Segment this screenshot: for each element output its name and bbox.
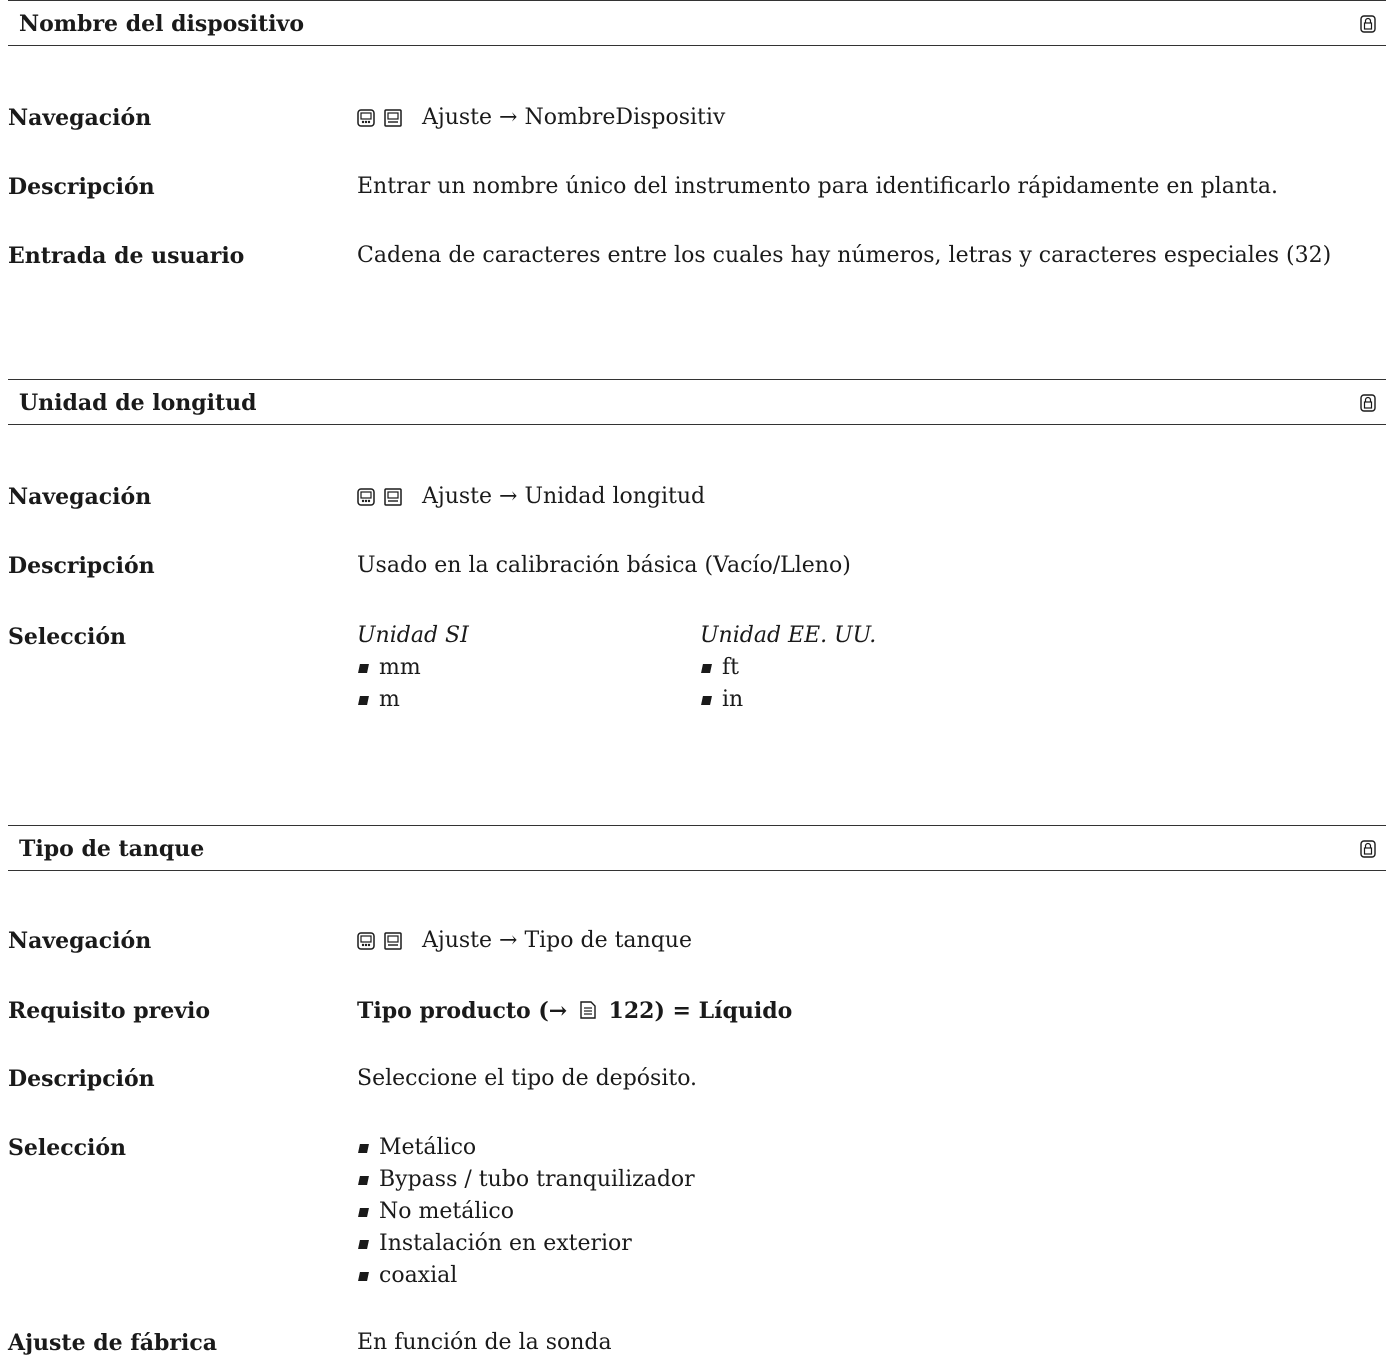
tank-type-column: Metálico Bypass / tubo tranquilizador No… [357, 1132, 695, 1292]
prerequisite-label: Requisito previo [8, 998, 211, 1024]
onsite-display-icon [357, 109, 375, 127]
display-icons [357, 101, 404, 135]
si-units-list: mm m [357, 652, 469, 716]
section-header-device-name: Nombre del dispositivo [8, 0, 1386, 46]
navigation-path: Ajuste → NombreDispositiv [422, 105, 726, 130]
user-input-row: Entrada de usuario Cadena de caracteres … [8, 239, 1386, 273]
operating-tool-icon [384, 932, 402, 950]
prerequisite-text: Tipo producto (→ [357, 998, 568, 1024]
page-reference-icon [580, 1001, 596, 1019]
list-item: m [357, 684, 469, 716]
selection-row: Selección Unidad SI mm m Unidad EE. UU. … [8, 620, 1386, 720]
navigation-value: Ajuste → Tipo de tanque [357, 924, 692, 958]
list-item: coaxial [357, 1260, 695, 1292]
us-units-list: ft in [700, 652, 876, 716]
navigation-value: Ajuste → NombreDispositiv [357, 101, 725, 135]
navigation-label: Navegación [8, 928, 152, 954]
onsite-display-icon [357, 932, 375, 950]
list-item: mm [357, 652, 469, 684]
prerequisite-value: Tipo producto (→ 122) = Líquido [357, 994, 792, 1028]
selection-row: Selección Metálico Bypass / tubo tranqui… [8, 1131, 1386, 1301]
si-units-column: Unidad SI mm m [357, 620, 469, 716]
navigation-path: Ajuste → Unidad longitud [422, 484, 706, 509]
section-title: Tipo de tanque [19, 836, 205, 862]
user-input-label: Entrada de usuario [8, 243, 245, 269]
lock-icon [1360, 15, 1376, 33]
lock-icon [1360, 394, 1376, 412]
navigation-label: Navegación [8, 105, 152, 131]
description-label: Descripción [8, 553, 155, 579]
description-row: Descripción Seleccione el tipo de depósi… [8, 1062, 1386, 1096]
navigation-path: Ajuste → Tipo de tanque [422, 928, 692, 953]
section-title: Unidad de longitud [19, 390, 257, 416]
description-label: Descripción [8, 1066, 155, 1092]
onsite-display-icon [357, 488, 375, 506]
description-row: Descripción Entrar un nombre único del i… [8, 170, 1386, 204]
prerequisite-row: Requisito previo Tipo producto (→ 122) =… [8, 994, 1386, 1028]
user-input-text: Cadena de caracteres entre los cuales ha… [357, 243, 1332, 268]
us-units-column: Unidad EE. UU. ft in [700, 620, 876, 716]
display-icons [357, 924, 404, 958]
navigation-row: Navegación Ajuste → Unidad longitud [8, 480, 1386, 514]
operating-tool-icon [384, 488, 402, 506]
factory-setting-value: En función de la sonda [357, 1330, 612, 1355]
section-title: Nombre del dispositivo [19, 11, 304, 37]
navigation-label: Navegación [8, 484, 152, 510]
tank-type-list: Metálico Bypass / tubo tranquilizador No… [357, 1132, 695, 1292]
operating-tool-icon [384, 109, 402, 127]
list-item: Instalación en exterior [357, 1228, 695, 1260]
lock-icon [1360, 840, 1376, 858]
factory-setting-row: Ajuste de fábrica En función de la sonda [8, 1326, 1386, 1360]
navigation-row: Navegación Ajuste → NombreDispositiv [8, 101, 1386, 135]
factory-setting-label: Ajuste de fábrica [8, 1330, 217, 1356]
section-header-length-unit: Unidad de longitud [8, 379, 1386, 425]
section-header-tank-type: Tipo de tanque [8, 825, 1386, 871]
list-item: ft [700, 652, 876, 684]
description-text: Seleccione el tipo de depósito. [357, 1066, 698, 1091]
description-text: Entrar un nombre único del instrumento p… [357, 174, 1278, 199]
description-row: Descripción Usado en la calibración bási… [8, 549, 1386, 583]
list-item: Bypass / tubo tranquilizador [357, 1164, 695, 1196]
prerequisite-page-link[interactable]: 122) = Líquido [609, 998, 793, 1024]
selection-label: Selección [8, 624, 127, 650]
navigation-row: Navegación Ajuste → Tipo de tanque [8, 924, 1386, 958]
description-label: Descripción [8, 174, 155, 200]
list-item: Metálico [357, 1132, 695, 1164]
display-icons [357, 480, 404, 514]
list-item: in [700, 684, 876, 716]
selection-label: Selección [8, 1135, 127, 1161]
si-units-heading: Unidad SI [357, 623, 469, 648]
list-item: No metálico [357, 1196, 695, 1228]
description-text: Usado en la calibración básica (Vacío/Ll… [357, 553, 851, 578]
us-units-heading: Unidad EE. UU. [700, 623, 877, 648]
navigation-value: Ajuste → Unidad longitud [357, 480, 705, 514]
